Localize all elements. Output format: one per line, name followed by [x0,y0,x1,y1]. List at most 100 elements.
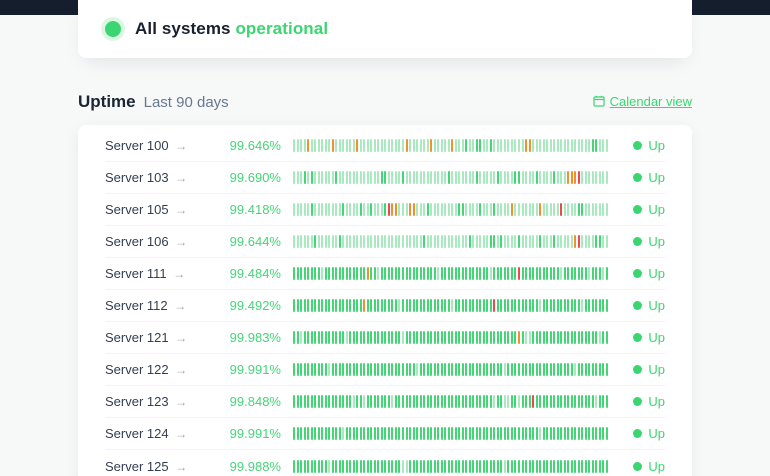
day-tick [602,203,605,216]
day-tick [398,363,401,376]
day-tick [605,427,608,440]
day-tick [317,171,320,184]
day-tick [412,203,415,216]
day-tick [567,171,570,184]
day-tick [482,459,485,473]
day-tick [303,203,306,216]
day-tick [352,459,355,473]
day-tick [324,235,327,248]
day-tick [370,235,373,248]
day-tick [416,203,419,216]
day-tick [447,139,450,152]
day-tick [532,171,535,184]
day-tick [444,395,447,408]
uptime-section-header: Uptime Last 90 days Calendar view [78,92,692,112]
day-tick [437,459,440,473]
day-tick [296,267,299,280]
day-tick [598,331,601,344]
day-tick [465,267,468,280]
day-tick [335,331,338,344]
day-tick [496,203,499,216]
day-tick [475,427,478,440]
arrow-icon: → [175,235,188,249]
day-tick [577,299,580,312]
server-link[interactable]: Server 106 → [105,234,223,249]
day-tick [296,171,299,184]
server-link[interactable]: Server 125 → [105,459,223,474]
day-tick [363,267,366,280]
day-tick [563,267,566,280]
server-link[interactable]: Server 121 → [105,330,223,345]
day-tick [472,459,475,473]
day-tick [310,139,313,152]
day-tick [440,171,443,184]
day-tick [521,331,524,344]
day-tick [546,459,549,473]
day-tick [401,235,404,248]
server-link[interactable]: Server 123 → [105,394,223,409]
day-tick [352,235,355,248]
day-tick [447,427,450,440]
day-tick [394,203,397,216]
day-tick [359,331,362,344]
uptime-percentage: 99.492% [229,298,281,313]
server-link[interactable]: Server 112 → [105,298,223,313]
server-link[interactable]: Server 122 → [105,362,223,377]
server-link[interactable]: Server 111 → [105,266,223,281]
server-row: Server 124 → 99.991% Up [105,418,665,450]
day-tick [405,427,408,440]
day-tick [373,139,376,152]
day-tick [293,331,295,344]
day-tick [314,427,317,440]
day-tick [426,267,429,280]
day-tick [394,299,397,312]
calendar-view-link[interactable]: Calendar view [593,94,692,109]
day-tick [345,171,348,184]
day-tick [303,267,306,280]
day-tick [461,395,464,408]
day-tick [500,459,503,473]
day-tick [475,299,478,312]
day-tick [440,235,443,248]
day-tick [416,395,419,408]
day-tick [489,395,492,408]
day-tick [394,331,397,344]
day-tick [370,139,373,152]
server-link[interactable]: Server 124 → [105,426,223,441]
day-tick [405,139,408,152]
day-tick [475,363,478,376]
server-link[interactable]: Server 103 → [105,170,223,185]
day-tick [324,395,327,408]
server-link[interactable]: Server 100 → [105,138,223,153]
day-tick [532,203,535,216]
arrow-icon: → [175,363,188,377]
day-tick [296,331,299,344]
day-tick [556,299,559,312]
day-tick [437,235,440,248]
day-tick [321,459,324,473]
day-tick [363,459,366,473]
day-tick [363,139,366,152]
day-tick [352,427,355,440]
server-link[interactable]: Server 105 → [105,202,223,217]
day-tick [454,171,457,184]
day-tick [528,171,531,184]
day-tick [468,427,471,440]
day-tick [401,139,404,152]
day-tick [370,363,373,376]
day-tick [300,427,303,440]
day-tick [342,427,345,440]
day-tick [423,427,426,440]
day-tick [521,203,524,216]
day-tick [387,235,390,248]
day-tick [570,267,573,280]
day-tick [384,363,387,376]
day-tick [300,171,303,184]
day-tick [479,267,482,280]
day-tick [416,363,419,376]
day-tick [447,331,450,344]
day-tick [567,427,570,440]
day-tick [307,427,310,440]
day-tick [433,267,436,280]
day-tick [303,171,306,184]
